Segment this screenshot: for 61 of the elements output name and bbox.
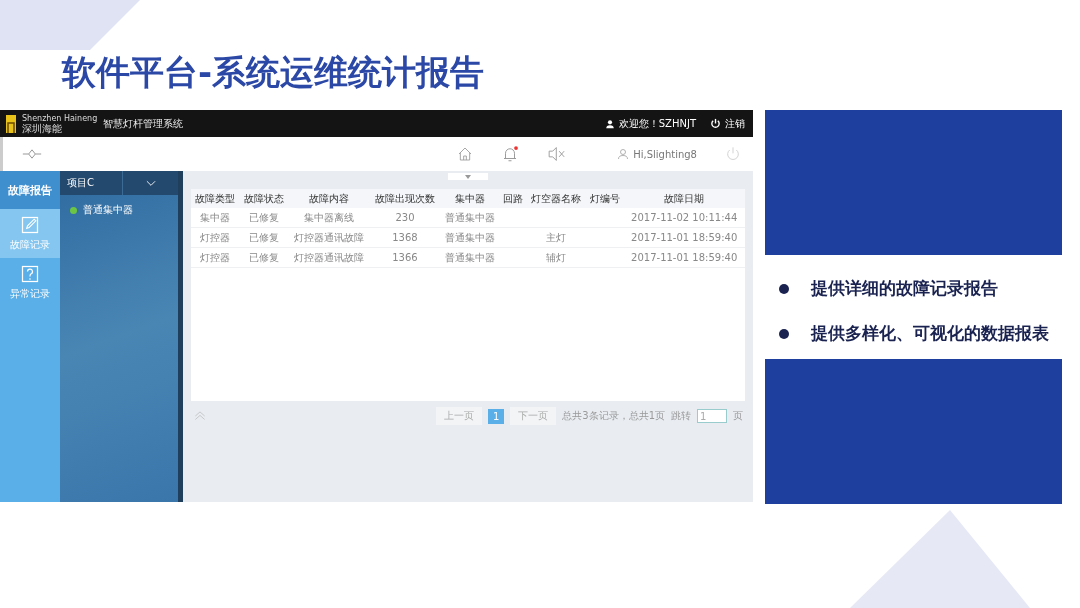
bullet-dot (779, 283, 789, 294)
page-number[interactable]: 1 (487, 408, 505, 424)
tree-item[interactable]: 普通集中器 (83, 203, 133, 217)
column-header: 集中器 (440, 189, 500, 208)
table-cell: 已修复 (248, 251, 279, 263)
nav-item[interactable]: 故障记录 (0, 209, 60, 258)
user-icon (617, 148, 630, 160)
column-header: 故障日期 (623, 189, 745, 208)
mute-icon[interactable] (547, 145, 568, 163)
collapse-handle[interactable] (448, 173, 488, 180)
logout-link[interactable]: 注销 (710, 116, 745, 131)
app-title: 智慧灯杆管理系统 (103, 116, 184, 131)
table-cell: 普通集中器 (445, 231, 496, 243)
question-icon (20, 264, 40, 284)
column-header: 灯空器名称 (526, 189, 586, 208)
page-label: 页 (733, 409, 743, 423)
page-input[interactable]: 1 (697, 409, 727, 423)
table-cell: 灯控器通讯故障 (293, 251, 364, 263)
bullet-dot (779, 328, 789, 339)
column-header: 回路 (499, 189, 527, 208)
bullet-text: 提供多样化、可视化的数据报表 (811, 322, 1049, 345)
bell-icon[interactable] (501, 145, 520, 163)
table-cell: 辅灯 (546, 251, 567, 263)
table-cell: 230 (395, 212, 415, 223)
table-cell: 集中器 (200, 211, 231, 223)
table-cell: 灯控器 (200, 251, 231, 263)
table-cell: 已修复 (248, 211, 279, 223)
brand-name: Shenzhen Haineng (22, 113, 98, 123)
table-cell: 已修复 (248, 231, 279, 243)
brand-name: 深圳海能 (22, 122, 63, 134)
table-cell: 2017-11-02 10:11:44 (631, 212, 738, 223)
scroll-top-icon (193, 409, 207, 423)
column-header: 故障状态 (239, 189, 289, 208)
table-cell: 普通集中器 (445, 211, 496, 223)
welcome-text: 欢迎您！SZHNJT (618, 116, 696, 131)
table-cell: 集中器离线 (303, 211, 354, 223)
jump-label: 跳转 (671, 409, 691, 423)
home-icon (457, 146, 474, 162)
table-cell: 灯控器 (200, 231, 231, 243)
project-dropdown[interactable]: 项目C (60, 171, 178, 195)
table-cell: 主灯 (546, 231, 567, 243)
power-icon (710, 118, 721, 129)
column-header: 故障出现次数 (369, 189, 441, 208)
caret-down-icon (462, 173, 474, 180)
table-cell: 2017-11-01 18:59:40 (631, 232, 738, 243)
column-header: 故障类型 (191, 189, 240, 208)
user-name: Hi,Slighting8 (633, 148, 697, 160)
column-header: 故障内容 (288, 189, 370, 208)
table-cell: 1368 (392, 232, 418, 243)
edit-icon (20, 215, 40, 235)
column-header: 灯编号 (585, 189, 624, 208)
record-summary: 总共3条记录，总共1页 (562, 409, 665, 423)
table-cell: 1366 (392, 252, 418, 263)
bullet-text: 提供详细的故障记录报告 (811, 277, 998, 300)
logo-icon (6, 114, 16, 133)
table-cell: 普通集中器 (445, 251, 496, 263)
table-cell: 灯控器通讯故障 (293, 231, 364, 243)
user-icon (604, 118, 615, 129)
slide-title: 软件平台-系统运维统计报告 (62, 51, 485, 94)
table-cell: 2017-11-01 18:59:40 (631, 252, 738, 263)
nav-header: 故障报告 (0, 171, 60, 209)
